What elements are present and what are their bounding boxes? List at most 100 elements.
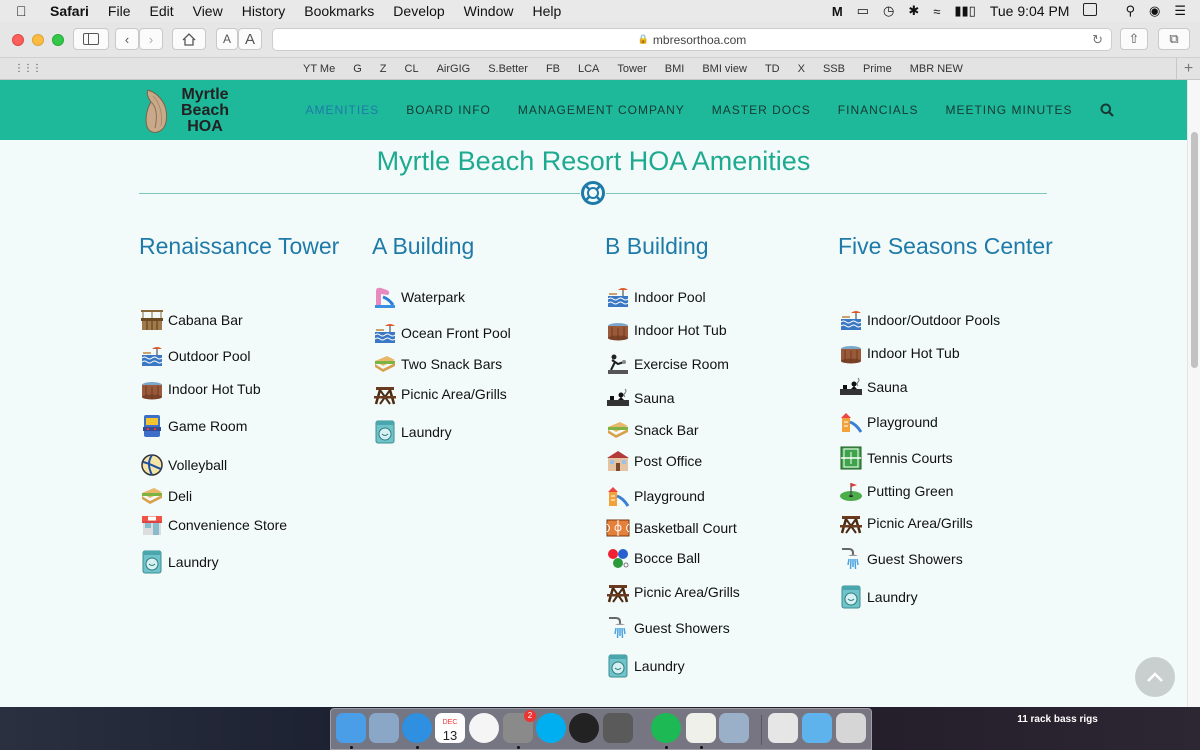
menu-file[interactable]: File [108, 3, 131, 19]
favorite-link[interactable]: Z [380, 63, 387, 75]
battery-icon[interactable]: ▮▮▯ [954, 3, 975, 19]
forward-button[interactable]: › [139, 28, 163, 50]
favorite-link[interactable]: FB [546, 63, 560, 75]
close-window-button[interactable] [12, 34, 24, 46]
nav-management-company[interactable]: MANAGEMENT COMPANY [518, 103, 685, 117]
amenity-label: Tennis Courts [867, 450, 953, 466]
amenity-item: Laundry [838, 584, 918, 610]
amenity-item: Indoor Hot Tub [139, 376, 261, 402]
safari-icon[interactable] [402, 713, 432, 743]
wifi-icon[interactable]: ≈ [933, 4, 940, 19]
dock-separator [761, 715, 762, 745]
trash-icon[interactable] [836, 713, 866, 743]
search-icon[interactable] [1100, 103, 1114, 117]
documents-stack-icon[interactable] [768, 713, 798, 743]
favorite-link[interactable]: MBR NEW [910, 63, 963, 75]
amenity-label: Playground [634, 488, 705, 504]
amenity-item: Cabana Bar [139, 307, 243, 333]
airplay-icon[interactable]: ▭ [857, 3, 869, 19]
back-button[interactable]: ‹ [115, 28, 139, 50]
menu-bookmarks[interactable]: Bookmarks [304, 3, 374, 19]
bluetooth-icon[interactable]: ✱ [908, 3, 919, 19]
finder-icon[interactable] [336, 713, 366, 743]
preview-icon[interactable] [369, 713, 399, 743]
menu-clock[interactable]: Tue 9:04 PM [990, 3, 1070, 19]
picnic-table-icon [838, 511, 863, 536]
share-button[interactable]: ⇧ [1120, 28, 1148, 50]
favorite-link[interactable]: AirGIG [437, 63, 471, 75]
spotlight-icon[interactable]: ⚲ [1125, 3, 1135, 19]
nav-board-info[interactable]: BOARD INFO [406, 103, 491, 117]
reload-icon[interactable]: ↻ [1092, 32, 1103, 48]
amenity-item: Playground [838, 409, 938, 435]
scrollbar-thumb[interactable] [1191, 132, 1198, 368]
menu-develop[interactable]: Develop [393, 3, 444, 19]
nav-meeting-minutes[interactable]: MEETING MINUTES [945, 103, 1072, 117]
favorite-link[interactable]: X [798, 63, 805, 75]
nav-amenities[interactable]: AMENITIES [306, 103, 380, 117]
logic-icon[interactable] [569, 713, 599, 743]
text-larger-button[interactable]: A [238, 28, 262, 50]
running-indicator [665, 746, 668, 749]
volleyball-icon [139, 453, 164, 478]
nav-master-docs[interactable]: MASTER DOCS [712, 103, 811, 117]
spotify-icon[interactable] [651, 713, 681, 743]
amenity-item: Guest Showers [838, 546, 963, 572]
notification-badge: 2 [524, 710, 536, 722]
favorite-link[interactable]: Prime [863, 63, 892, 75]
favorite-link[interactable]: TD [765, 63, 780, 75]
calendar-icon[interactable]: DEC 13 [435, 713, 465, 743]
menu-help[interactable]: Help [532, 3, 561, 19]
malwarebytes-icon[interactable]: M [832, 4, 843, 19]
text-smaller-button[interactable]: A [216, 28, 238, 50]
apple-icon[interactable]:  [16, 3, 36, 19]
favorite-link[interactable]: BMI [665, 63, 685, 75]
site-logo[interactable]: Myrtle Beach HOA [140, 84, 240, 138]
running-indicator [350, 746, 353, 749]
favorite-link[interactable]: SSB [823, 63, 845, 75]
notification-center-icon[interactable]: ☰ [1174, 3, 1186, 19]
pool-icon [838, 308, 863, 333]
minimize-window-button[interactable] [32, 34, 44, 46]
photos-icon[interactable] [469, 713, 499, 743]
favorite-link[interactable]: LCA [578, 63, 599, 75]
user-switch-icon[interactable] [1083, 3, 1111, 19]
textedit-icon[interactable] [686, 713, 716, 743]
logo-text: Myrtle Beach HOA [174, 87, 236, 135]
folder-icon[interactable] [802, 713, 832, 743]
page-scrollbar[interactable] [1187, 80, 1200, 707]
favorite-link[interactable]: Tower [617, 63, 646, 75]
menu-window[interactable]: Window [464, 3, 514, 19]
home-button[interactable] [172, 28, 206, 50]
zoom-window-button[interactable] [52, 34, 64, 46]
amenity-item: Indoor Pool [605, 284, 706, 310]
desktop-file-label[interactable]: 11 rack bass rigs [1000, 714, 1115, 726]
top-sites-grid-icon[interactable]: ⋮⋮⋮ [14, 63, 42, 74]
amenity-label: Picnic Area/Grills [867, 515, 973, 531]
new-tab-button[interactable]: + [1176, 58, 1200, 80]
favorite-link[interactable]: S.Better [488, 63, 528, 75]
amenity-label: Playground [867, 414, 938, 430]
time-machine-icon[interactable]: ◷ [883, 3, 894, 19]
address-bar[interactable]: 🔒 mbresorthoa.com ↻ [272, 28, 1112, 51]
menu-edit[interactable]: Edit [149, 3, 173, 19]
tabs-overview-button[interactable]: ⧉ [1158, 28, 1190, 50]
favorite-link[interactable]: G [353, 63, 362, 75]
favorite-link[interactable]: BMI view [702, 63, 747, 75]
image-capture-icon[interactable] [719, 713, 749, 743]
sidebar-toggle-button[interactable] [73, 28, 109, 50]
siri-icon[interactable]: ◉ [1149, 3, 1160, 19]
skype-icon[interactable] [536, 713, 566, 743]
menu-history[interactable]: History [242, 3, 286, 19]
scroll-to-top-button[interactable] [1135, 657, 1175, 697]
system-preferences-icon[interactable]: 2 [503, 710, 536, 743]
favorite-link[interactable]: YT Me [303, 63, 335, 75]
menu-view[interactable]: View [193, 3, 223, 19]
favorite-link[interactable]: CL [405, 63, 419, 75]
amenity-item: Putting Green [838, 478, 953, 504]
amenity-item: Indoor Hot Tub [838, 340, 960, 366]
calculator-icon[interactable] [603, 713, 633, 743]
nav-financials[interactable]: FINANCIALS [838, 103, 919, 117]
web-page: Myrtle Beach HOA AMENITIES BOARD INFO MA… [0, 80, 1187, 707]
menu-app-name[interactable]: Safari [50, 3, 89, 19]
